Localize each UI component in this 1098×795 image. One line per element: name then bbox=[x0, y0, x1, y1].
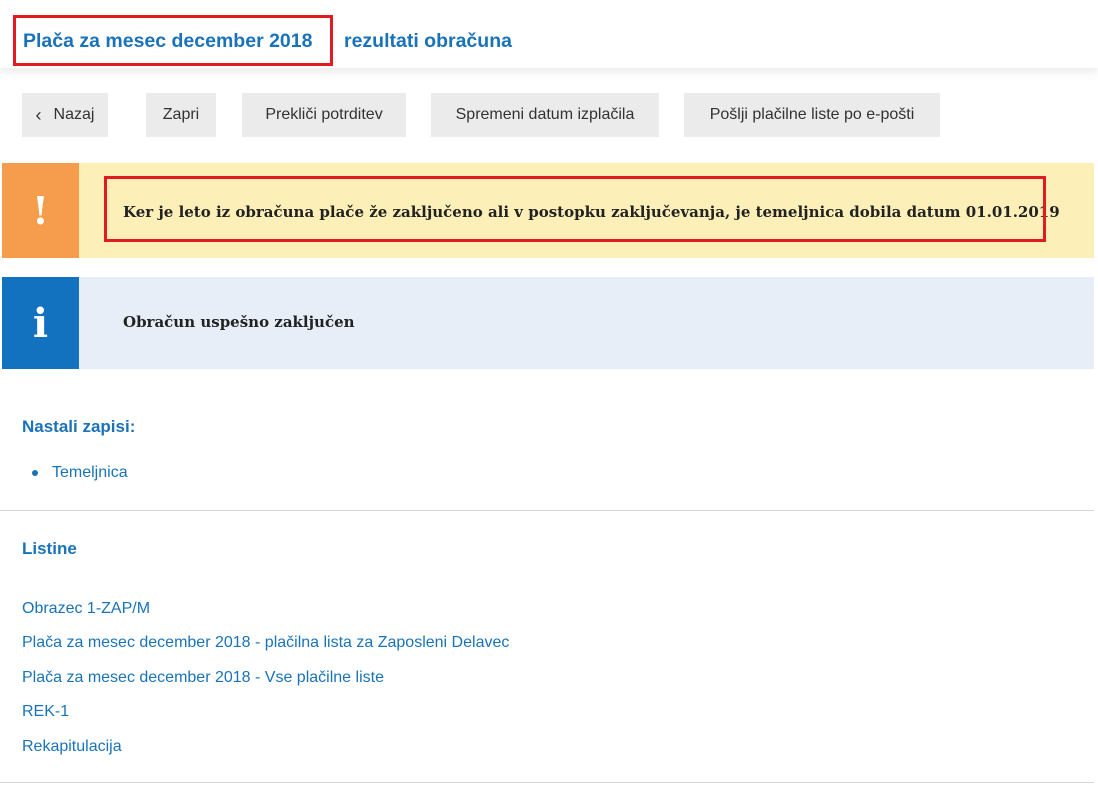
change-payment-date-label: Spremeni datum izplačila bbox=[455, 106, 635, 123]
close-button[interactable]: Zapri bbox=[146, 93, 216, 137]
document-link-obrazec[interactable]: Obrazec 1-ZAP/M bbox=[22, 600, 150, 618]
page-subtitle: rezultati obračuna bbox=[344, 30, 512, 52]
document-link-recapitulation[interactable]: Rekapitulacija bbox=[22, 738, 122, 756]
document-link-all-payslips[interactable]: Plača za mesec december 2018 - Vse plači… bbox=[22, 669, 384, 687]
bullet-icon bbox=[32, 470, 38, 476]
document-link-payslip-employee[interactable]: Plača za mesec december 2018 - plačilna … bbox=[22, 634, 509, 652]
documents-title: Listine bbox=[22, 539, 77, 558]
back-button[interactable]: ‹ Nazaj bbox=[22, 93, 108, 137]
change-payment-date-button[interactable]: Spremeni datum izplačila bbox=[431, 93, 659, 137]
warning-highlight-box bbox=[104, 176, 1046, 242]
info-icon: i bbox=[2, 277, 79, 369]
chevron-left-icon: ‹ bbox=[35, 104, 42, 125]
send-payslips-email-label: Pošlji plačilne liste po e-pošti bbox=[709, 106, 915, 123]
records-title: Nastali zapisi: bbox=[22, 417, 136, 436]
send-payslips-email-button[interactable]: Pošlji plačilne liste po e-pošti bbox=[684, 93, 940, 137]
divider bbox=[0, 782, 1094, 783]
document-link-rek1[interactable]: REK-1 bbox=[22, 703, 69, 721]
divider bbox=[0, 510, 1094, 511]
cancel-confirmation-button[interactable]: Prekliči potrditev bbox=[242, 93, 406, 137]
records-list: Temeljnica bbox=[22, 464, 128, 482]
exclamation-icon: ! bbox=[2, 163, 79, 258]
info-message: Obračun uspešno zaključen bbox=[123, 313, 355, 331]
list-item[interactable]: Temeljnica bbox=[22, 464, 128, 482]
info-alert: i Obračun uspešno zaključen bbox=[2, 277, 1094, 369]
back-button-label: Nazaj bbox=[53, 106, 95, 123]
close-button-label: Zapri bbox=[162, 106, 200, 123]
record-link-temeljnica[interactable]: Temeljnica bbox=[52, 464, 128, 482]
cancel-confirmation-label: Prekliči potrditev bbox=[265, 106, 383, 123]
page-title: Plača za mesec december 2018 bbox=[23, 30, 313, 52]
